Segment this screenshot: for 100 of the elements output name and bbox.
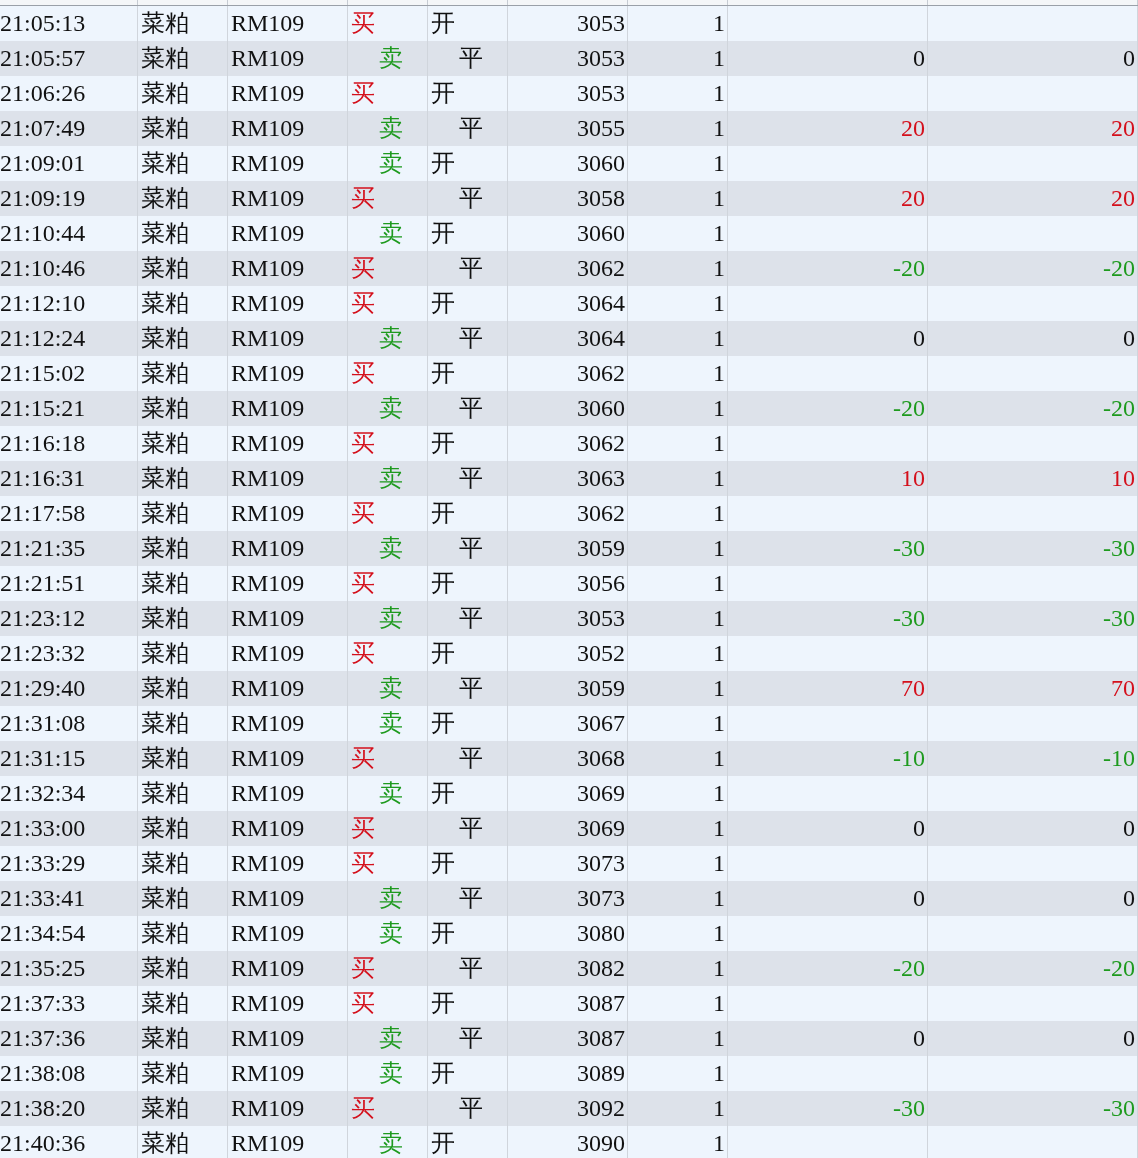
- table-cell-text: 平: [458, 254, 483, 283]
- table-cell-text: 菜粕: [141, 849, 189, 878]
- table-cell-text: 买: [351, 359, 375, 388]
- table-cell-text: 21:33:41: [0, 884, 86, 913]
- table-cell-text: 平: [458, 954, 483, 983]
- table-cell-text: 21:38:20: [0, 1094, 86, 1123]
- table-cell-text: 3067: [577, 709, 625, 738]
- table-cell-text: RM109: [231, 744, 305, 773]
- table-cell-text: 3053: [577, 9, 625, 38]
- table-cell-text: -20: [1103, 954, 1135, 983]
- table-cell-text: RM109: [231, 884, 305, 913]
- table-cell-text: 菜粕: [141, 464, 189, 493]
- table-cell-text: -30: [893, 1094, 925, 1123]
- table-cell-text: 21:40:36: [0, 1129, 86, 1158]
- table-cell-text: RM109: [231, 219, 305, 248]
- table-cell-text: 21:34:54: [0, 919, 86, 948]
- table-cell-text: 卖: [378, 779, 403, 808]
- table-cell-text: 买: [351, 254, 375, 283]
- table-cell-text: 1: [713, 919, 725, 948]
- table-cell-text: 买: [351, 639, 375, 668]
- table-cell-text: 21:09:19: [0, 184, 86, 213]
- table-cell-text: 菜粕: [141, 919, 189, 948]
- table-cell-text: RM109: [231, 464, 305, 493]
- table-cell-text: 开: [431, 639, 455, 668]
- table-cell-text: 菜粕: [141, 114, 189, 143]
- table-cell-text: 21:16:18: [0, 429, 86, 458]
- table-cell-text: 菜粕: [141, 9, 189, 38]
- table-cell-text: 1: [713, 394, 725, 423]
- table-cell-text: 菜粕: [141, 709, 189, 738]
- table-cell-text: RM109: [231, 1094, 305, 1123]
- table-cell-text: 3060: [577, 149, 625, 178]
- table-cell-text: 3062: [577, 359, 625, 388]
- table-cell-text: 开: [431, 499, 455, 528]
- table-cell-text: 买: [351, 814, 375, 843]
- table-cell-text: 3092: [577, 1094, 625, 1123]
- table-cell-text: 平: [458, 394, 483, 423]
- table-cell-text: 卖: [378, 464, 403, 493]
- table-cell-text: RM109: [231, 324, 305, 353]
- table-cell-text: 开: [431, 569, 455, 598]
- table-cell-text: RM109: [231, 359, 305, 388]
- table-cell-text: 1: [713, 534, 725, 563]
- table-cell-text: 1: [713, 219, 725, 248]
- table-cell-text: 21:06:26: [0, 79, 86, 108]
- table-cell-text: 1: [713, 79, 725, 108]
- table-cell-text: 3069: [577, 814, 625, 843]
- table-cell-text: RM109: [231, 849, 305, 878]
- table-cell-text: 1: [713, 184, 725, 213]
- table-cell-text: 3062: [577, 429, 625, 458]
- table-cell-text: 卖: [378, 919, 403, 948]
- table-cell-text: 3060: [577, 394, 625, 423]
- table-cell-text: RM109: [231, 184, 305, 213]
- table-cell-text: 开: [431, 219, 455, 248]
- table-cell-text: 菜粕: [141, 569, 189, 598]
- table-cell-text: 开: [431, 919, 455, 948]
- table-cell-text: 21:31:08: [0, 709, 86, 738]
- table-cell-text: 买: [351, 744, 375, 773]
- table-cell-text: 开: [431, 359, 455, 388]
- table-cell-text: 3053: [577, 604, 625, 633]
- table-cell-text: 21:21:35: [0, 534, 86, 563]
- table-cell-text: 3058: [577, 184, 625, 213]
- table-cell-text: 1: [713, 114, 725, 143]
- table-cell-text: RM109: [231, 569, 305, 598]
- table-cell-text: RM109: [231, 604, 305, 633]
- table-cell-text: 1: [713, 429, 725, 458]
- table-cell-text: 平: [458, 114, 483, 143]
- table-cell-text: 卖: [378, 604, 403, 633]
- table-cell-text: 卖: [378, 1024, 403, 1053]
- table-cell-text: 开: [431, 9, 455, 38]
- table-cell-text: RM109: [231, 79, 305, 108]
- table-cell-text: -20: [893, 954, 925, 983]
- table-cell-text: 卖: [378, 884, 403, 913]
- table-cell-text: 卖: [378, 534, 403, 563]
- table-cell-text: 卖: [378, 324, 403, 353]
- table-cell-text: 70: [1111, 674, 1135, 703]
- table-cell-text: 菜粕: [141, 954, 189, 983]
- table-cell-text: 20: [901, 184, 925, 213]
- table-cell-text: 开: [431, 849, 455, 878]
- table-cell-text: 菜粕: [141, 989, 189, 1018]
- table-cell-text: -20: [1103, 254, 1135, 283]
- table-cell-text: 1: [713, 604, 725, 633]
- table-cell-text: 菜粕: [141, 149, 189, 178]
- table-cell-text: 开: [431, 79, 455, 108]
- table-cell-text: 1: [713, 254, 725, 283]
- table-cell-text: 3068: [577, 744, 625, 773]
- table-cell-text: RM109: [231, 1129, 305, 1158]
- table-cell-text: 21:09:01: [0, 149, 86, 178]
- table-cell-text: 卖: [378, 394, 403, 423]
- table-cell-text: 3056: [577, 569, 625, 598]
- table-cell-text: 菜粕: [141, 254, 189, 283]
- table-cell-text: 买: [351, 184, 375, 213]
- table-cell-text: 3053: [577, 79, 625, 108]
- table-cell-text: 1: [713, 9, 725, 38]
- table-cell-text: 21:05:57: [0, 44, 86, 73]
- table-cell-text: 菜粕: [141, 534, 189, 563]
- table-cell-text: -30: [1103, 1094, 1135, 1123]
- table-cell-text: 21:31:15: [0, 744, 86, 773]
- table-cell-text: 21:05:13: [0, 9, 86, 38]
- table-cell-text: 菜粕: [141, 604, 189, 633]
- table-cell-text: 菜粕: [141, 1094, 189, 1123]
- table-cell-text: RM109: [231, 9, 305, 38]
